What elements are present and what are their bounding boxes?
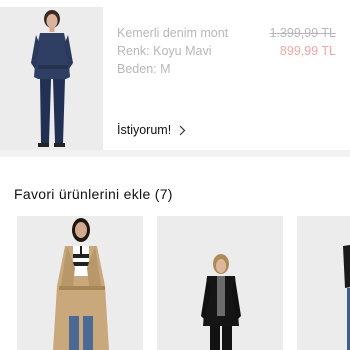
- product-name: Kemerli denim mont: [117, 26, 229, 40]
- favorite-product-card[interactable]: [157, 216, 283, 350]
- product-color: Renk: Koyu Mavi: [117, 44, 212, 58]
- chevron-right-icon: [179, 125, 186, 136]
- product-size: Beden: M: [117, 62, 171, 76]
- sale-price: 899,99 TL: [279, 44, 336, 58]
- cart-item: Kemerli denim mont Renk: Koyu Mavi Beden…: [0, 0, 350, 150]
- section-divider: [0, 150, 350, 157]
- favorite-product-card[interactable]: [17, 216, 143, 350]
- wishlist-link[interactable]: İstiyorum!: [117, 123, 186, 137]
- wishlist-label: İstiyorum!: [117, 123, 172, 137]
- favorite-product-card[interactable]: [297, 216, 350, 350]
- favorites-title: Favori ürünlerini ekle (7): [14, 186, 173, 202]
- product-image[interactable]: [0, 7, 103, 150]
- original-price: 1.399,99 TL: [269, 26, 337, 40]
